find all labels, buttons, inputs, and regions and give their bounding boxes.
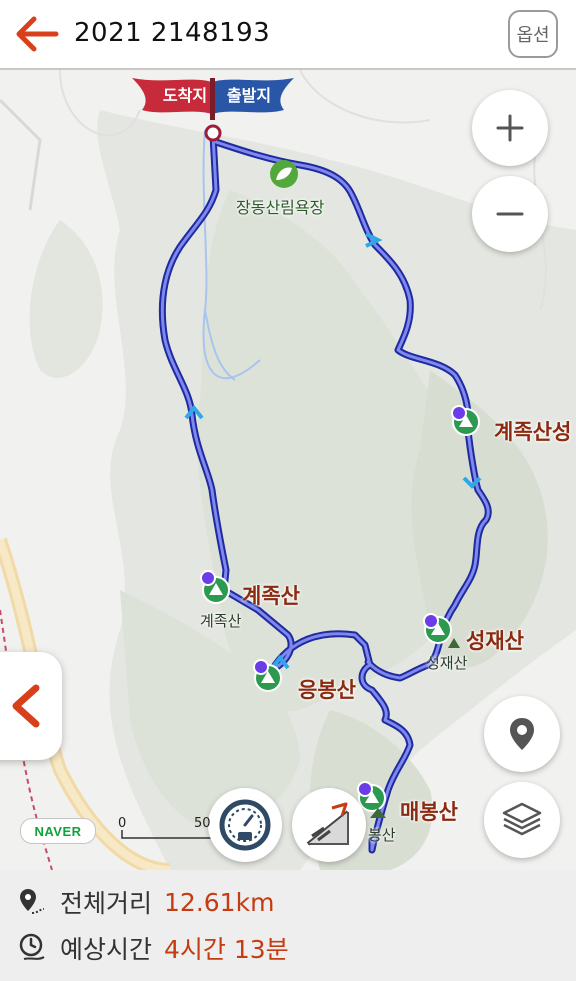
gyejoksan-small-label: 계족산	[200, 612, 242, 630]
time-label: 예상시간	[60, 935, 153, 964]
start-point-marker	[204, 124, 222, 142]
seongjaesan-small-label: 성재산	[426, 654, 468, 672]
map-view[interactable]: 도착지 출발지 장동산림욕장 계족산성 계족산 계족산 성재산 성재산 응봉산 …	[0, 70, 576, 870]
plus-icon	[496, 114, 524, 142]
gyejoksan-label: 계족산	[242, 584, 300, 608]
my-location-button[interactable]	[484, 696, 560, 772]
app-header: 2021 2148193 옵션	[0, 0, 576, 70]
time-value: 4시간 13분	[164, 935, 289, 964]
scale-end-label: 50	[194, 816, 211, 831]
clock-pin-icon	[19, 933, 45, 960]
time-row: 예상시간 4시간 13분	[18, 928, 289, 968]
gyejoksanseong-label: 계족산성	[494, 420, 572, 444]
zoom-in-button[interactable]	[472, 90, 548, 166]
chevron-left-icon	[12, 684, 40, 728]
naver-logo: NAVER	[20, 818, 96, 844]
distance-row: 전체거리 12.61km	[18, 882, 274, 922]
distance-label: 전체거리	[60, 889, 153, 918]
distance-value: 12.61km	[164, 887, 275, 917]
location-pin-icon	[510, 718, 534, 750]
speedometer-icon	[219, 799, 271, 851]
eungbongsan-label: 응봉산	[298, 678, 356, 702]
map-layers-button[interactable]	[484, 782, 560, 858]
side-panel-toggle[interactable]	[0, 652, 62, 760]
departure-flag: 출발지	[226, 86, 272, 105]
options-button[interactable]: 옵션	[508, 10, 558, 58]
route-title: 2021 2148193	[74, 18, 271, 48]
elevation-profile-button[interactable]	[292, 788, 366, 862]
minus-icon	[496, 212, 524, 216]
maebongsan-label: 매봉산	[400, 800, 458, 824]
arrival-flag: 도착지	[162, 86, 208, 105]
route-summary: 전체거리 12.61km 예상시간 4시간 13분	[0, 870, 576, 981]
rest-area-icon	[270, 160, 298, 188]
speed-settings-button[interactable]	[208, 788, 282, 862]
seongjaesan-label: 성재산	[466, 629, 524, 653]
back-arrow-icon[interactable]	[12, 14, 60, 54]
route-distance-icon	[20, 889, 45, 914]
scale-start-label: 0	[118, 816, 127, 831]
elevation-slope-icon	[306, 802, 350, 846]
zoom-out-button[interactable]	[472, 176, 548, 252]
rest-area-label: 장동산림욕장	[236, 198, 325, 217]
layers-icon	[502, 802, 542, 836]
maebongsan-small-label: 봉산	[368, 826, 396, 844]
